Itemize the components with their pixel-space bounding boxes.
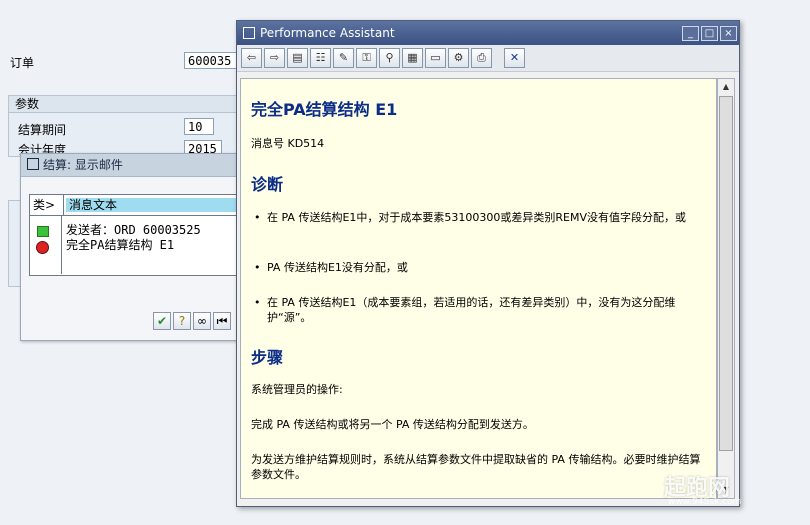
col-message-header[interactable]: 消息文本 [66,198,247,212]
doc-heading: 完全PA结算结构 E1 [251,100,398,119]
message-number: 消息号 KD514 [251,137,325,150]
message-line-sender[interactable]: 发送者：ORD 60003525 [66,223,247,238]
close-button[interactable]: × [720,25,737,41]
scroll-up-icon[interactable]: ▲ [718,79,734,95]
maximize-button[interactable]: □ [701,25,718,41]
glasses-button[interactable]: ∞ [193,312,211,330]
params-group-title: 参数 [9,96,249,113]
forward-icon[interactable]: ⇨ [264,48,285,68]
period-field[interactable]: 10 [184,118,214,135]
diagnosis-item-3: 在 PA 传送结构E1（成本要素组，若适用的话，还有差异类别）中，没有为这分配维… [254,295,697,325]
key-icon[interactable]: ⚿ [356,48,377,68]
help-button[interactable]: ? [173,312,191,330]
message-table: 类> 消息文本 发送者：ORD 60003525 完全PA结算结构 E1 [29,194,248,276]
procedure-text-1: 系统管理员的操作: [251,383,343,396]
note-icon[interactable]: ▭ [425,48,446,68]
diagnosis-heading: 诊断 [251,175,284,194]
message-line-error[interactable]: 完全PA结算结构 E1 [66,238,247,253]
settings-icon[interactable]: ⚙ [448,48,469,68]
mail-dialog-title: 结算: 显示邮件 [21,154,246,177]
col-type-header[interactable]: 类> [30,195,64,215]
period-label: 结算期间 [18,123,67,137]
watermark-url: www.94Ssk.com [668,497,742,507]
pa-title: Performance Assistant [260,26,395,40]
back-icon[interactable]: ⇦ [241,48,262,68]
mail-dialog-title-text: 结算: 显示邮件 [43,158,123,172]
procedure-text-3: 为发送方维护结算规则时，系统从结算参数文件中提取缺省的 PA 传输结构。必要时维… [251,453,701,481]
find-icon[interactable]: ⚲ [379,48,400,68]
status-error-icon [36,241,49,254]
procedure-heading: 步骤 [251,348,284,367]
order-field[interactable]: 600035 [184,52,240,69]
order-label: 订单 [10,56,35,70]
dialog-icon [27,158,39,170]
structure-icon[interactable]: ☷ [310,48,331,68]
edit-icon[interactable]: ✎ [333,48,354,68]
status-ok-icon [37,226,49,237]
pa-toolbar: ⇦ ⇨ ▤ ☷ ✎ ⚿ ⚲ ▦ ▭ ⚙ ⎙ ✕ [237,45,739,72]
book-icon[interactable]: ▤ [287,48,308,68]
pa-document: 完全PA结算结构 E1 消息号 KD514 诊断 在 PA 传送结构E1中，对于… [240,78,717,499]
diagnosis-item-2: PA 传送结构E1没有分配，或 [254,260,697,275]
mail-dialog: 结算: 显示邮件 类> 消息文本 发送者：ORD 60003525 完全PA结算… [20,153,248,341]
performance-assistant-window: Performance Assistant _ □ × ⇦ ⇨ ▤ ☷ ✎ ⚿ … [236,20,740,507]
window-icon [243,27,255,39]
table-icon[interactable]: ▦ [402,48,423,68]
print-icon[interactable]: ⎙ [471,48,492,68]
minimize-button[interactable]: _ [682,25,699,41]
diagnosis-item-1: 在 PA 传送结构E1中，对于成本要素53100300或差异类别REMV没有值字… [254,210,697,225]
first-page-button[interactable]: ⏮ [213,312,231,330]
pa-title-bar[interactable]: Performance Assistant _ □ × [237,21,739,45]
exit-icon[interactable]: ✕ [504,48,525,68]
confirm-button[interactable]: ✔ [153,312,171,330]
vertical-scrollbar[interactable]: ▲ ▼ [717,78,735,499]
scroll-thumb[interactable] [719,96,733,451]
procedure-text-2: 完成 PA 传送结构或将另一个 PA 传送结构分配到发送方。 [251,418,534,431]
